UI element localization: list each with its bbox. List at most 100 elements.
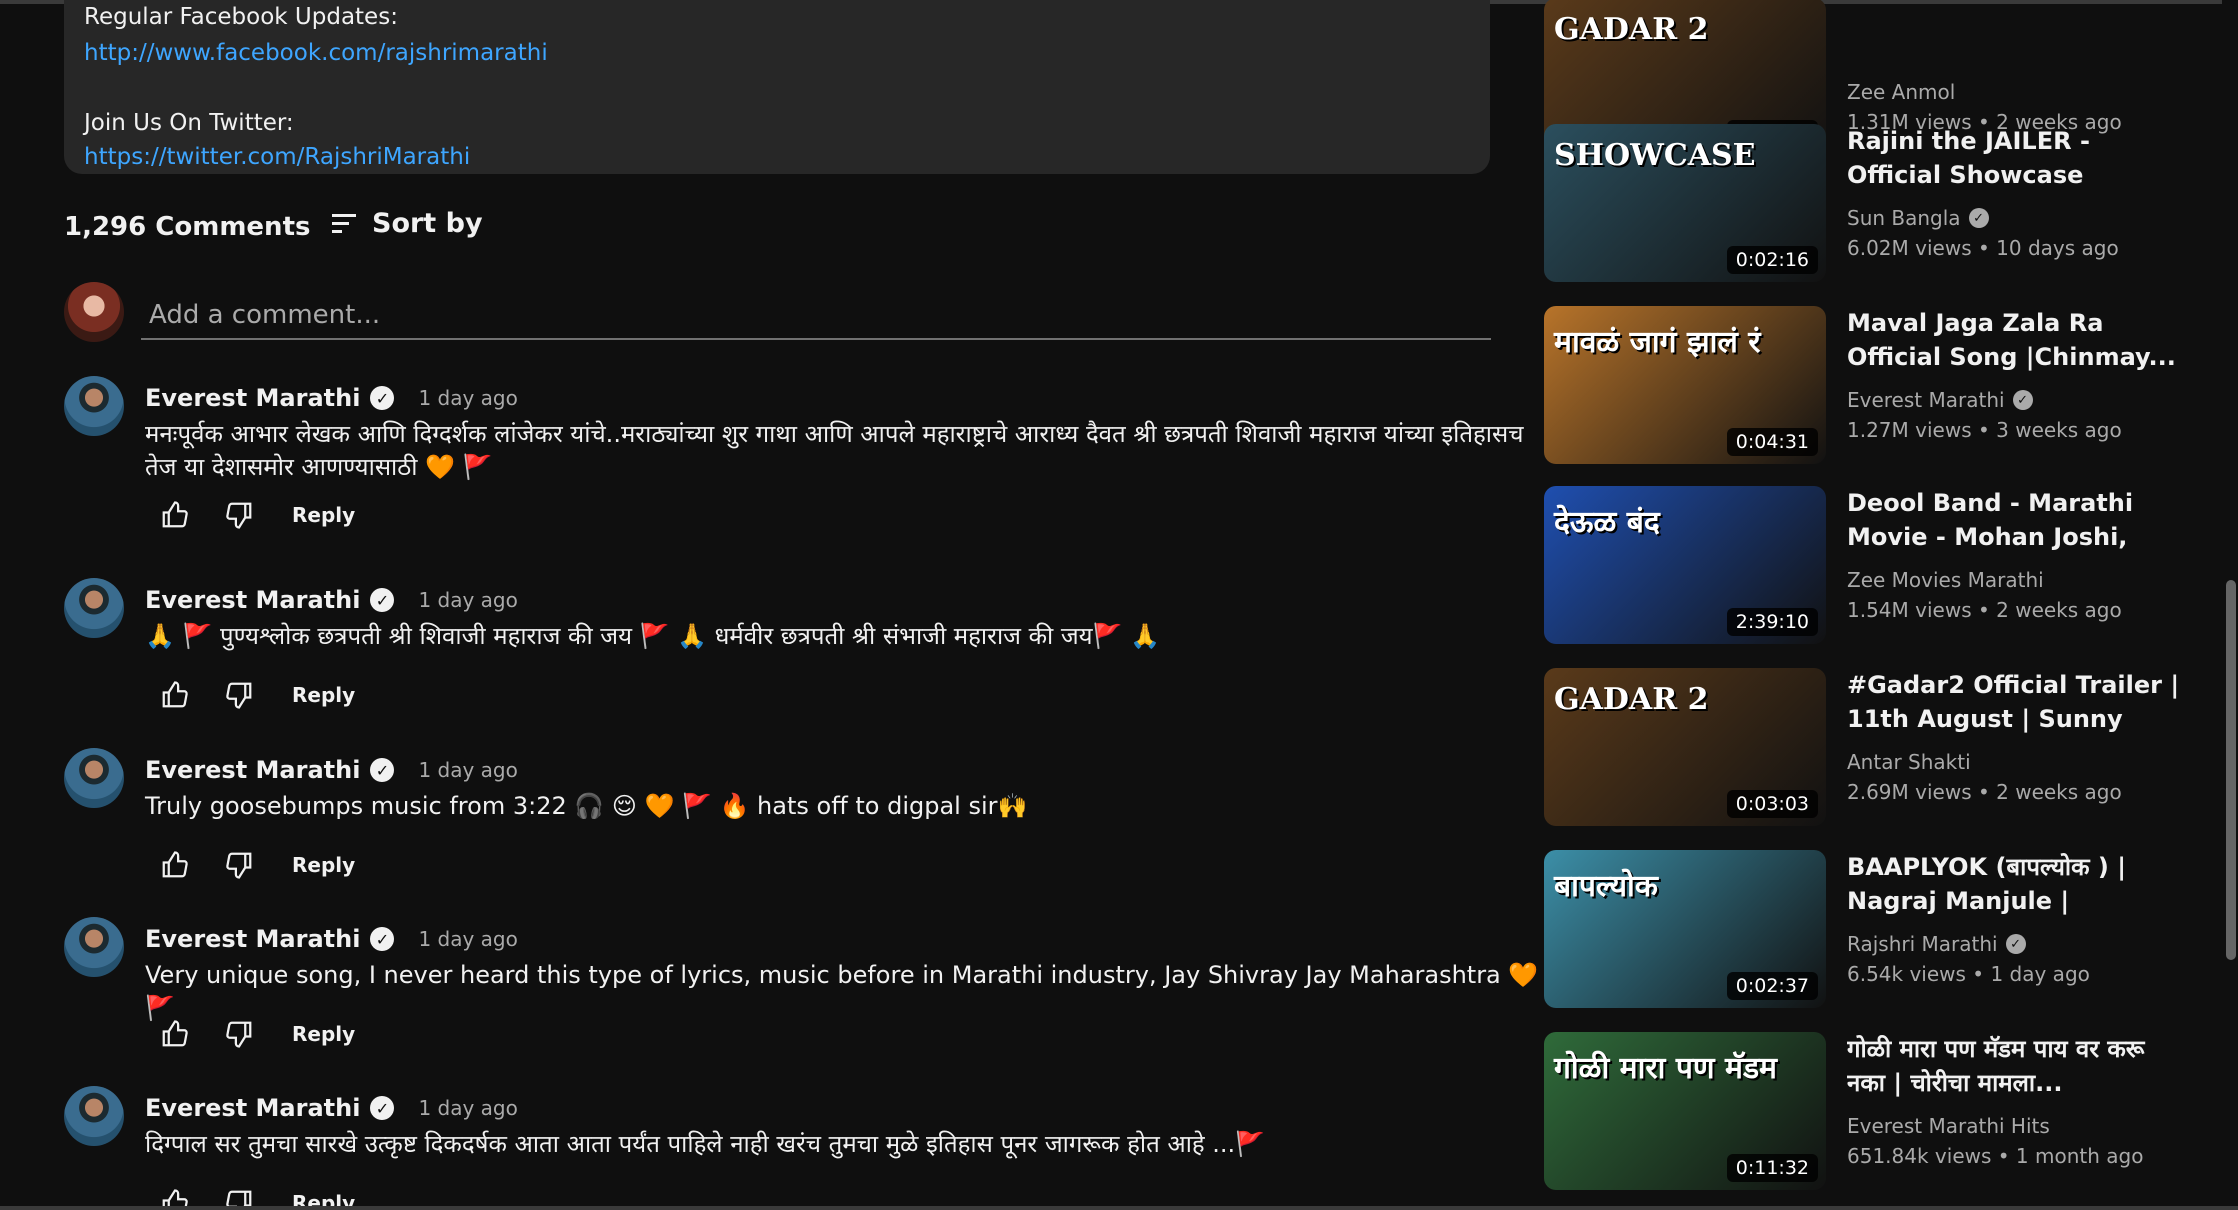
comment-time[interactable]: 1 day ago bbox=[418, 386, 517, 410]
video-duration: 2:39:10 bbox=[1726, 608, 1818, 636]
video-thumbnail[interactable]: GADAR 2 0:03:03 bbox=[1544, 668, 1826, 826]
verified-check-icon: ✓ bbox=[370, 386, 395, 410]
twitter-link[interactable]: https://twitter.com/RajshriMarathi bbox=[84, 144, 470, 170]
comment-author-avatar[interactable] bbox=[64, 748, 124, 808]
comment-text: Very unique song, I never heard this typ… bbox=[145, 961, 1539, 1022]
comment-author[interactable]: Everest Marathi bbox=[145, 586, 360, 614]
video-channel[interactable]: Rajshri Marathi bbox=[1847, 932, 1998, 956]
comment-text: दिग्पाल सर तुमचा सारखे उत्कृष्ट दिकदर्षक… bbox=[145, 1130, 1266, 1158]
recommended-video[interactable]: मावळं जागं झालं रं 0:04:31 Maval Jaga Za… bbox=[1544, 306, 2184, 466]
thumbnail-text: बापल्योक bbox=[1554, 869, 1658, 904]
like-icon[interactable] bbox=[158, 678, 192, 712]
video-duration: 0:04:31 bbox=[1726, 428, 1818, 456]
video-title[interactable]: गोळी मारा पण मॅडम पाय वर करू नका | चोरीच… bbox=[1847, 1032, 2182, 1100]
sort-icon bbox=[332, 213, 356, 234]
video-channel-row: Zee Anmol bbox=[1847, 80, 1955, 104]
comment-header: Everest Marathi ✓ 1 day ago bbox=[145, 384, 518, 412]
video-thumbnail[interactable]: मावळं जागं झालं रं 0:04:31 bbox=[1544, 306, 1826, 464]
dislike-icon[interactable] bbox=[222, 498, 256, 532]
scrollbar-thumb[interactable] bbox=[2226, 580, 2236, 960]
comment-author-avatar[interactable] bbox=[64, 1086, 124, 1146]
verified-check-icon: ✓ bbox=[370, 1096, 395, 1120]
video-title[interactable]: BAAPLYOK (बापल्योक ) | Nagraj Manjule | … bbox=[1847, 850, 2182, 918]
video-channel[interactable]: Everest Marathi Hits bbox=[1847, 1114, 2050, 1138]
twitter-label: Join Us On Twitter: bbox=[84, 110, 294, 136]
comment-time[interactable]: 1 day ago bbox=[418, 1096, 517, 1120]
dislike-icon[interactable] bbox=[222, 1017, 256, 1051]
comment-author-avatar[interactable] bbox=[64, 376, 124, 436]
video-meta: 651.84k views • 1 month ago bbox=[1847, 1144, 2144, 1168]
video-title[interactable]: Deool Band - Marathi Movie - Mohan Joshi… bbox=[1847, 486, 2182, 554]
recommended-video[interactable]: बापल्योक 0:02:37 BAAPLYOK (बापल्योक ) | … bbox=[1544, 850, 2184, 1010]
video-meta: 6.02M views • 10 days ago bbox=[1847, 236, 2119, 260]
comment-author[interactable]: Everest Marathi bbox=[145, 384, 360, 412]
dislike-icon[interactable] bbox=[222, 848, 256, 882]
reply-button[interactable]: Reply bbox=[292, 683, 355, 707]
recommended-video[interactable]: गोळी मारा पण मॅडम 0:11:32 गोळी मारा पण म… bbox=[1544, 1032, 2184, 1192]
verified-check-icon: ✓ bbox=[370, 758, 395, 782]
verified-check-icon: ✓ bbox=[370, 588, 395, 612]
video-meta: 6.54k views • 1 day ago bbox=[1847, 962, 2090, 986]
video-title[interactable]: Rajini the JAILER - Official Showcase (H… bbox=[1847, 124, 2182, 192]
dislike-icon[interactable] bbox=[222, 678, 256, 712]
video-meta: 2.69M views • 2 weeks ago bbox=[1847, 780, 2122, 804]
thumbnail-text: GADAR 2 bbox=[1554, 12, 1709, 47]
reply-button[interactable]: Reply bbox=[292, 853, 355, 877]
comment-thread: Everest Marathi ✓ 1 day ago 🙏 🚩 पुण्यश्ल… bbox=[64, 578, 1484, 728]
video-channel-row: Everest Marathi ✓ bbox=[1847, 388, 2033, 412]
video-thumbnail[interactable]: SHOWCASE 0:02:16 bbox=[1544, 124, 1826, 282]
comment-text: मनःपूर्वक आभार लेखक आणि दिग्दर्शक लांजेक… bbox=[145, 420, 1524, 481]
comment-actions: Reply bbox=[158, 678, 355, 712]
reply-button[interactable]: Reply bbox=[292, 1022, 355, 1046]
facebook-link[interactable]: http://www.facebook.com/rajshrimarathi bbox=[84, 40, 548, 66]
video-duration: 0:02:37 bbox=[1726, 972, 1818, 1000]
comment-time[interactable]: 1 day ago bbox=[418, 758, 517, 782]
sort-by-button[interactable]: Sort by bbox=[332, 208, 483, 239]
comment-thread: Everest Marathi ✓ 1 day ago मनःपूर्वक आभ… bbox=[64, 376, 1523, 529]
comment-author-avatar[interactable] bbox=[64, 578, 124, 638]
comment-author[interactable]: Everest Marathi bbox=[145, 756, 360, 784]
video-channel[interactable]: Zee Anmol bbox=[1847, 80, 1955, 104]
page: Regular Facebook Updates: http://www.fac… bbox=[0, 0, 2238, 1210]
comment-header: Everest Marathi ✓ 1 day ago bbox=[145, 756, 518, 784]
comment-header: Everest Marathi ✓ 1 day ago bbox=[145, 586, 518, 614]
video-thumbnail[interactable]: गोळी मारा पण मॅडम 0:11:32 bbox=[1544, 1032, 1826, 1190]
comment-header: Everest Marathi ✓ 1 day ago bbox=[145, 1094, 518, 1122]
video-title[interactable]: Maval Jaga Zala Ra Official Song |Chinma… bbox=[1847, 306, 2182, 374]
like-icon[interactable] bbox=[158, 848, 192, 882]
video-thumbnail[interactable]: देऊळ बंद 2:39:10 bbox=[1544, 486, 1826, 644]
thumbnail-text: SHOWCASE bbox=[1554, 138, 1756, 173]
comment-text: Truly goosebumps music from 3:22 🎧 😌 🧡 🚩… bbox=[145, 792, 1028, 820]
video-channel[interactable]: Antar Shakti bbox=[1847, 750, 1971, 774]
video-channel-row: Antar Shakti bbox=[1847, 750, 1971, 774]
video-description[interactable]: Regular Facebook Updates: http://www.fac… bbox=[64, 0, 1490, 174]
facebook-label: Regular Facebook Updates: bbox=[84, 4, 398, 30]
video-thumbnail[interactable]: बापल्योक 0:02:37 bbox=[1544, 850, 1826, 1008]
comment-author[interactable]: Everest Marathi bbox=[145, 925, 360, 953]
recommended-video[interactable]: देऊळ बंद 2:39:10 Deool Band - Marathi Mo… bbox=[1544, 486, 2184, 646]
like-icon[interactable] bbox=[158, 1017, 192, 1051]
comment-time[interactable]: 1 day ago bbox=[418, 588, 517, 612]
video-channel[interactable]: Everest Marathi bbox=[1847, 388, 2005, 412]
reply-button[interactable]: Reply bbox=[292, 503, 355, 527]
video-channel-row: Sun Bangla ✓ bbox=[1847, 206, 1989, 230]
verified-check-icon: ✓ bbox=[2005, 934, 2026, 954]
recommended-video[interactable]: GADAR 2 0:03:03 #Gadar2 Official Trailer… bbox=[1544, 668, 2184, 828]
video-channel-row: Zee Movies Marathi bbox=[1847, 568, 2044, 592]
video-channel[interactable]: Sun Bangla bbox=[1847, 206, 1961, 230]
video-title[interactable]: #Gadar2 Official Trailer | 11th August |… bbox=[1847, 668, 2182, 736]
video-channel[interactable]: Zee Movies Marathi bbox=[1847, 568, 2044, 592]
comment-count: 1,296 Comments bbox=[64, 212, 311, 242]
user-avatar[interactable] bbox=[64, 282, 124, 342]
comment-author-avatar[interactable] bbox=[64, 917, 124, 977]
like-icon[interactable] bbox=[158, 498, 192, 532]
video-channel-row: Rajshri Marathi ✓ bbox=[1847, 932, 2026, 956]
video-channel-row: Everest Marathi Hits bbox=[1847, 1114, 2050, 1138]
recommended-video[interactable]: SHOWCASE 0:02:16 Rajini the JAILER - Off… bbox=[1544, 124, 2184, 284]
add-comment-input[interactable] bbox=[141, 292, 1491, 340]
comment-author[interactable]: Everest Marathi bbox=[145, 1094, 360, 1122]
thumbnail-text: देऊळ बंद bbox=[1554, 505, 1660, 540]
comment-thread: Everest Marathi ✓ 1 day ago Truly gooseb… bbox=[64, 748, 1484, 898]
thumbnail-text: मावळं जागं झालं रं bbox=[1554, 325, 1761, 360]
comment-time[interactable]: 1 day ago bbox=[418, 927, 517, 951]
